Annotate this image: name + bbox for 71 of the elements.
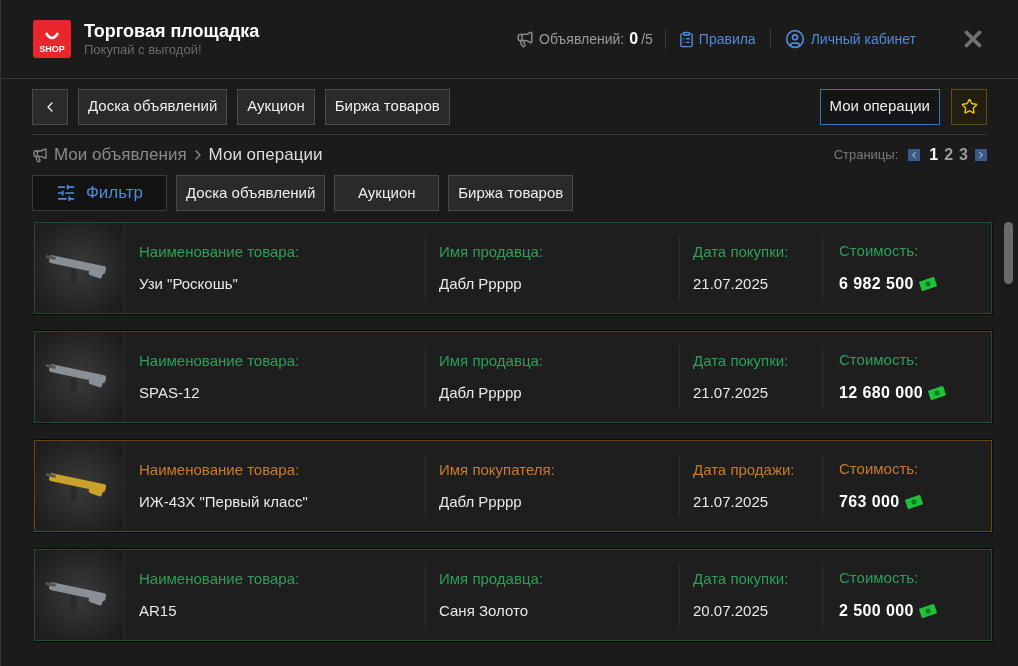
price: 12 680 000: [839, 383, 924, 404]
pages-label: Страницы:: [833, 146, 899, 165]
filter-button[interactable]: Фильтр: [32, 175, 167, 211]
banknote-icon: [927, 386, 948, 401]
app-title: Торговая площадка: [84, 19, 260, 43]
field-label: Стоимость:: [839, 567, 920, 588]
field-label: Стоимость:: [839, 349, 920, 370]
sliders-icon: [55, 183, 76, 203]
ads-label: Объявлений:: [539, 29, 625, 49]
prev-page-button[interactable]: [908, 149, 921, 161]
field-label: Дата покупки:: [693, 350, 790, 371]
favorites-button[interactable]: [951, 88, 987, 125]
field-value: Дабл Ррррр: [439, 274, 523, 294]
smile-icon: [44, 32, 60, 42]
field-value: 21.07.2025: [693, 274, 770, 294]
field-label: Имя продавца:: [439, 350, 545, 371]
field-value: 21.07.2025: [693, 383, 770, 403]
nav-tab[interactable]: Мои операции: [819, 88, 940, 125]
page-number[interactable]: 1: [926, 143, 942, 167]
field-value: 20.07.2025: [693, 601, 770, 621]
field-label: Дата продажи:: [693, 459, 796, 480]
megaphone-icon: [516, 30, 535, 48]
field-value: Дабл Ррррр: [439, 383, 523, 403]
breadcrumb-item[interactable]: Мои объявления: [54, 142, 187, 168]
field-label: Наименование товара:: [139, 350, 301, 371]
user-icon: [784, 29, 805, 49]
nav-tab[interactable]: Биржа товаров: [324, 88, 450, 125]
back-button[interactable]: [32, 88, 68, 125]
field-label: Имя покупателя:: [439, 459, 556, 480]
account-link[interactable]: Личный кабинет: [784, 28, 916, 50]
field-label: Наименование товара:: [139, 568, 301, 589]
field-label: Наименование товара:: [139, 241, 301, 262]
banknote-icon: [917, 277, 938, 292]
price: 763 000: [839, 492, 900, 513]
field-value: Саня Золото: [439, 601, 529, 621]
breadcrumb-item: Мои операции: [208, 144, 323, 167]
ads-limit: /5: [641, 29, 653, 49]
field-label: Наименование товара:: [139, 459, 301, 480]
price: 2 500 000: [839, 601, 914, 622]
rules-link[interactable]: Правила: [677, 28, 756, 50]
page-number[interactable]: 3: [956, 143, 971, 167]
nav-tab[interactable]: Аукцион: [237, 88, 315, 125]
field-label: Имя продавца:: [439, 241, 545, 262]
megaphone-icon: [32, 147, 48, 163]
price: 6 982 500: [839, 274, 914, 295]
chevron-right-icon: [976, 150, 986, 160]
field-value: ИЖ-43Х "Первый класс": [139, 492, 309, 512]
category-button[interactable]: Биржа товаров: [448, 175, 574, 211]
field-label: Стоимость:: [839, 240, 920, 261]
logo-text: SHOP: [39, 45, 65, 54]
banknote-icon: [903, 495, 924, 510]
next-page-button[interactable]: [975, 149, 987, 161]
category-button[interactable]: Доска объявлений: [176, 175, 326, 211]
scrollbar[interactable]: [1004, 222, 1013, 284]
app-subtitle: Покупай с выгодой!: [84, 42, 203, 59]
field-value: Дабл Ррррр: [439, 492, 523, 512]
field-value: SPAS-12: [139, 383, 201, 403]
field-label: Дата покупки:: [693, 568, 790, 589]
star-icon: [960, 98, 978, 115]
clipboard-icon: [677, 30, 695, 48]
page-number[interactable]: 2: [941, 143, 957, 167]
category-button[interactable]: Аукцион: [334, 175, 440, 211]
banknote-icon: [917, 604, 938, 619]
field-label: Имя продавца:: [439, 568, 545, 589]
field-value: 21.07.2025: [693, 492, 770, 512]
nav-tab[interactable]: Доска объявлений: [78, 88, 228, 125]
field-value: Узи "Роскошь": [139, 274, 239, 294]
field-label: Дата покупки:: [693, 241, 790, 262]
ads-count: 0: [629, 29, 639, 49]
field-value: AR15: [139, 601, 178, 621]
field-label: Стоимость:: [839, 458, 920, 479]
